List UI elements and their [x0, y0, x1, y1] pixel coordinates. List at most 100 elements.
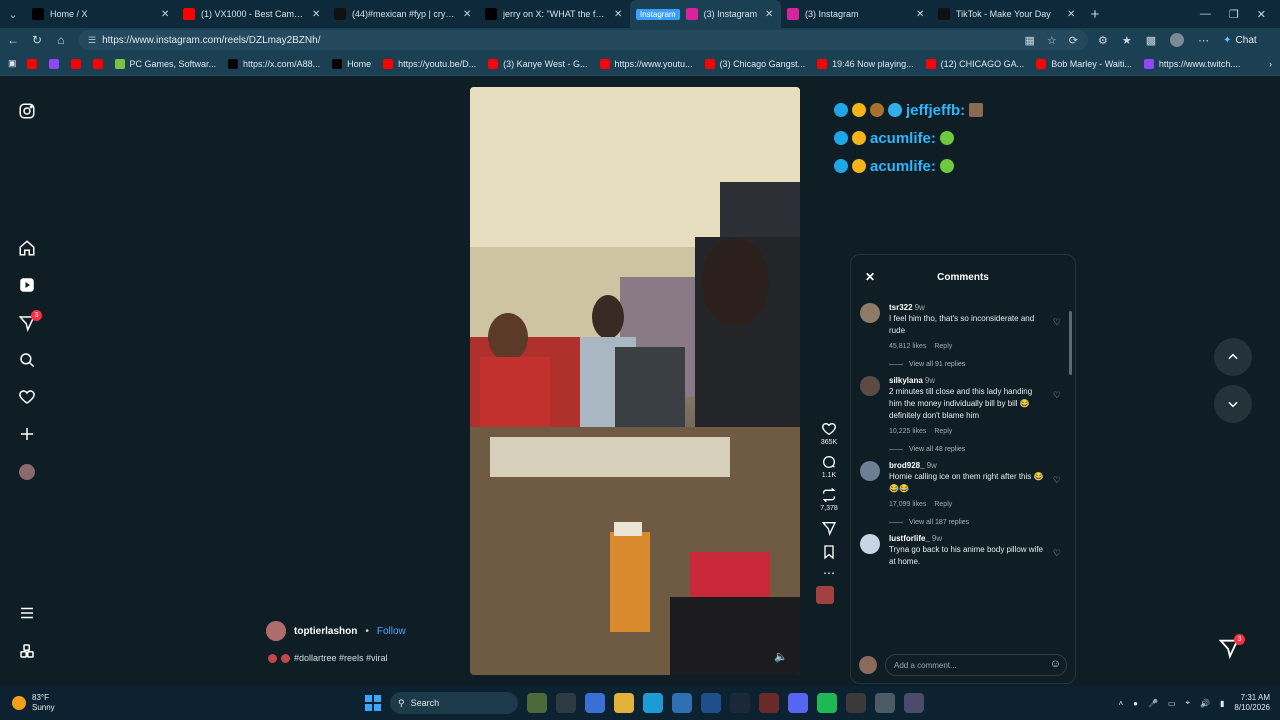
comments-list[interactable]: tsr322 9w I feel him tho, that's so incons… — [851, 303, 1069, 633]
address-bar[interactable]: ☰ https://www.instagram.com/reels/DZLmay… — [78, 30, 1088, 50]
discord-icon[interactable] — [788, 693, 808, 713]
next-reel-button[interactable] — [1214, 385, 1252, 423]
reload-icon[interactable]: ↻ — [30, 33, 44, 47]
more-menu-icon[interactable]: ⋯ — [1198, 34, 1209, 47]
close-tab-icon[interactable]: ✕ — [614, 9, 624, 20]
tab-menu-chevron-icon[interactable]: ⌄ — [0, 0, 26, 28]
view-replies-button[interactable]: View all 91 replies — [889, 361, 1059, 368]
commenter-avatar[interactable] — [860, 534, 880, 554]
more-options-button[interactable]: ⋯ — [816, 567, 842, 579]
bookmark-star-icon[interactable]: ☆ — [1047, 34, 1057, 47]
commenter-avatar[interactable] — [860, 376, 880, 396]
bookmark-item[interactable] — [26, 58, 37, 69]
comments-scrollbar[interactable] — [1069, 303, 1072, 633]
extension-refresh-icon[interactable]: ⟳ — [1069, 34, 1078, 47]
repost-button[interactable]: 7,378 — [816, 487, 842, 512]
reply-button[interactable]: Reply — [934, 428, 952, 435]
taskbar-app-icon[interactable] — [759, 693, 779, 713]
store-icon[interactable] — [672, 693, 692, 713]
clock[interactable]: 7:31 AM 8/10/2026 — [1234, 693, 1270, 713]
view-replies-button[interactable]: View all 187 replies — [889, 519, 1059, 526]
comment-likes[interactable]: 45,812 likes — [889, 343, 926, 350]
reply-button[interactable]: Reply — [934, 501, 952, 508]
commenter-username[interactable]: tsr322 — [889, 303, 913, 312]
edge-browser-icon[interactable] — [643, 693, 663, 713]
bookmark-item[interactable]: https://www.twitch.... — [1143, 58, 1240, 69]
also-from-meta-icon[interactable] — [17, 641, 37, 661]
minimize-icon[interactable]: — — [1200, 8, 1211, 21]
like-button[interactable]: 365K — [816, 421, 842, 446]
comment-like-heart-icon[interactable]: ♡ — [1053, 317, 1061, 328]
bookmark-item[interactable] — [48, 58, 59, 69]
close-tab-icon[interactable]: ✕ — [1067, 9, 1077, 20]
bookmarks-overflow-icon[interactable]: › — [1269, 59, 1272, 69]
extensions-icon[interactable]: ⚙ — [1098, 34, 1108, 47]
comment-like-heart-icon[interactable]: ♡ — [1053, 548, 1061, 559]
browser-tab[interactable]: TikTok - Make Your Day ✕ — [932, 0, 1083, 28]
taskbar-app-icon[interactable] — [904, 693, 924, 713]
bookmark-item[interactable]: (3) Chicago Gangst... — [704, 58, 805, 69]
bookmark-item[interactable]: (3) Kanye West - G... — [488, 58, 588, 69]
close-window-icon[interactable]: ✕ — [1257, 8, 1266, 21]
tray-overflow-icon[interactable]: ˄ — [1118, 699, 1123, 708]
close-tab-icon[interactable]: ✕ — [916, 9, 926, 20]
copilot-chat-button[interactable]: ✦ Chat — [1223, 35, 1257, 46]
home-icon[interactable]: ⌂ — [54, 33, 68, 47]
save-button[interactable] — [816, 544, 842, 560]
new-tab-button[interactable]: + — [1083, 6, 1107, 23]
microphone-icon[interactable]: 🎤 — [1148, 699, 1158, 708]
taskbar-app-icon[interactable] — [846, 693, 866, 713]
url-text[interactable]: https://www.instagram.com/reels/DZLmay2B… — [102, 35, 1018, 46]
spotify-icon[interactable] — [817, 693, 837, 713]
reply-button[interactable]: Reply — [934, 343, 952, 350]
view-replies-button[interactable]: View all 48 replies — [889, 446, 1059, 453]
taskbar-search[interactable]: ⚲ Search — [390, 692, 518, 714]
commenter-username[interactable]: lustforlife_ — [889, 534, 930, 543]
browser-tab[interactable]: (1) VX1000 - Best Camera For Fi ✕ — [177, 0, 328, 28]
bookmark-item[interactable]: https://www.youtu... — [599, 58, 693, 69]
task-view-icon[interactable] — [556, 693, 576, 713]
wifi-icon[interactable]: ⌖ — [1186, 698, 1191, 708]
start-button[interactable] — [365, 695, 381, 711]
tray-app-icon[interactable]: ● — [1133, 699, 1138, 708]
comment-like-heart-icon[interactable]: ♡ — [1053, 390, 1061, 401]
browser-tab[interactable]: Home / X ✕ — [26, 0, 177, 28]
comment-like-heart-icon[interactable]: ♡ — [1053, 475, 1061, 486]
bookmark-item[interactable]: PC Games, Softwar... — [114, 58, 216, 69]
steam-icon[interactable] — [730, 693, 750, 713]
previous-reel-button[interactable] — [1214, 338, 1252, 376]
close-tab-icon[interactable]: ✕ — [312, 9, 322, 20]
bookmark-item[interactable]: 19:46 Now playing... — [817, 58, 914, 69]
share-button[interactable] — [816, 520, 842, 536]
site-info-icon[interactable]: ☰ — [88, 35, 96, 46]
menu-hamburger-icon[interactable] — [17, 603, 37, 623]
follow-button[interactable]: Follow — [377, 626, 406, 637]
profile-avatar[interactable] — [1170, 33, 1185, 47]
messages-fab[interactable]: 3 — [1218, 634, 1245, 659]
comment-likes[interactable]: 10,225 likes — [889, 428, 926, 435]
bookmark-item[interactable]: https://x.com/A88... — [228, 58, 320, 69]
profile-avatar-icon[interactable] — [17, 462, 37, 482]
bookmarks-folder-icon[interactable]: ▣ — [8, 58, 17, 69]
bookmark-item[interactable]: https://youtu.be/D... — [383, 58, 476, 69]
bookmark-item[interactable] — [70, 58, 81, 69]
comment-likes[interactable]: 17,099 likes — [889, 501, 926, 508]
comment-button[interactable]: 1.1K — [816, 454, 842, 479]
taskbar-app-icon[interactable] — [527, 693, 547, 713]
add-comment-input[interactable]: Add a comment... — [885, 654, 1067, 676]
speaker-icon[interactable]: 🔊 — [1200, 699, 1210, 708]
close-tab-icon[interactable]: ✕ — [161, 9, 171, 20]
reels-icon[interactable] — [17, 275, 37, 295]
bookmark-item[interactable]: (12) CHICAGO GA... — [925, 58, 1024, 69]
search-icon[interactable] — [17, 350, 37, 370]
file-explorer-icon[interactable] — [614, 693, 634, 713]
settings-icon[interactable] — [875, 693, 895, 713]
reel-video[interactable]: 🔈 — [470, 87, 800, 675]
taskbar-app-icon[interactable] — [585, 693, 605, 713]
home-icon[interactable] — [17, 238, 37, 258]
browser-tab[interactable]: (44)#mexican #fyp | crystals | Ti ✕ — [328, 0, 479, 28]
browser-tab[interactable]: (3) Instagram ✕ — [781, 0, 932, 28]
favorites-icon[interactable]: ★ — [1122, 34, 1132, 47]
close-tab-icon[interactable]: ✕ — [463, 9, 473, 20]
emoji-picker-icon[interactable]: ☺ — [1050, 658, 1061, 670]
